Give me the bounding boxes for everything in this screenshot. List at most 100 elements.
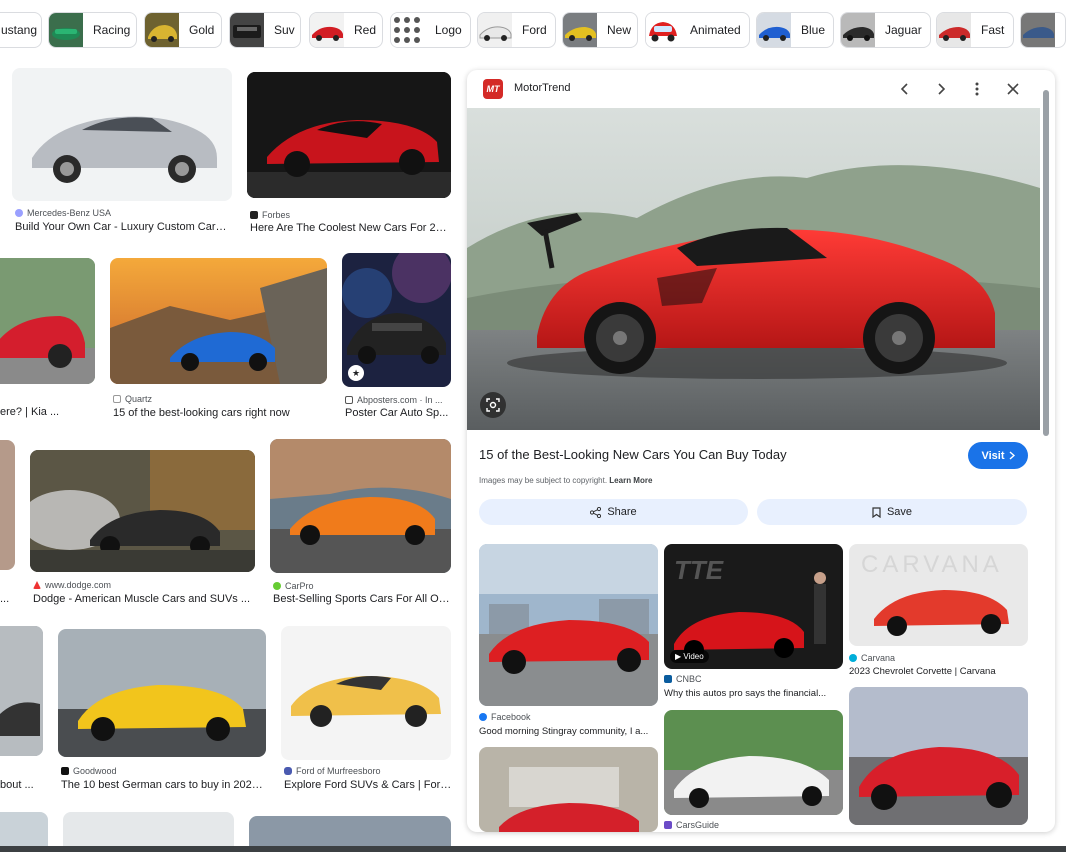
result-title[interactable]: Dodge - American Muscle Cars and SUVs ..… <box>33 593 253 605</box>
result-image[interactable] <box>12 68 232 201</box>
preview-image[interactable] <box>467 108 1040 430</box>
related-result[interactable] <box>479 747 658 832</box>
chip-thumbnail <box>1021 13 1055 47</box>
chip-label: Logo <box>435 23 462 37</box>
result-image[interactable] <box>0 440 15 570</box>
chip-logo[interactable]: Logo <box>390 12 471 48</box>
more-options-icon[interactable] <box>967 79 987 99</box>
chip-animated[interactable]: Animated <box>645 12 750 48</box>
chip-label: Fast <box>981 23 1005 37</box>
learn-more-link[interactable]: Learn More <box>609 476 652 485</box>
copyright-text: Images may be subject to copyright. <box>479 476 608 485</box>
chip-thumbnail <box>646 13 680 47</box>
chip-mustang[interactable]: ustang <box>0 12 42 48</box>
chip-thumbnail <box>478 13 512 47</box>
related-image[interactable] <box>664 710 843 815</box>
panel-scrollbar[interactable] <box>1043 90 1049 436</box>
result-image[interactable] <box>0 626 43 756</box>
source-label: CNBC <box>676 674 702 684</box>
chip-jaguar[interactable]: Jaguar <box>840 12 931 48</box>
related-image[interactable]: TTE ▶ Video <box>664 544 843 669</box>
related-result[interactable] <box>849 687 1028 827</box>
result-title[interactable]: ere? | Kia ... <box>0 406 95 418</box>
video-badge-label: Video <box>683 652 704 661</box>
tag-icon: ★ <box>348 365 364 381</box>
related-title[interactable]: 2023 Chevrolet Corvette | Carvana <box>849 666 1028 677</box>
related-title[interactable]: Why this autos pro says the financial... <box>664 688 843 699</box>
next-icon[interactable] <box>931 79 951 99</box>
source-site-name[interactable]: MotorTrend <box>514 82 570 94</box>
previous-icon[interactable] <box>895 79 915 99</box>
bookmark-icon <box>872 506 881 518</box>
motortrend-logo: MT <box>483 79 503 99</box>
chip-blue[interactable]: Blue <box>756 12 834 48</box>
result-tile[interactable]: Mercedes-Benz USA Build Your Own Car - L… <box>12 68 232 238</box>
chip-racing[interactable]: Racing <box>48 12 137 48</box>
related-image[interactable] <box>479 544 658 706</box>
visit-button[interactable]: Visit <box>968 442 1028 469</box>
lens-search-icon[interactable] <box>480 392 506 418</box>
result-image[interactable] <box>0 258 95 384</box>
result-tile[interactable]: ere? | Kia ... <box>0 258 95 424</box>
related-source: Facebook <box>479 712 531 722</box>
chip-ford[interactable]: Ford <box>477 12 556 48</box>
result-title[interactable]: Explore Ford SUVs & Cars | Ford ... <box>284 779 452 791</box>
result-title[interactable]: The 10 best German cars to buy in 2025 .… <box>61 779 266 791</box>
source-favicon <box>273 582 281 590</box>
result-image[interactable] <box>270 439 451 573</box>
result-tile[interactable]: Ford of Murfreesboro Explore Ford SUVs &… <box>281 626 452 796</box>
result-image[interactable]: ★ <box>342 253 451 387</box>
close-icon[interactable] <box>1003 79 1023 99</box>
related-title[interactable]: Good morning Stingray community, I a... <box>479 726 658 737</box>
chip-label: Red <box>354 23 377 37</box>
result-tile[interactable]: Goodwood The 10 best German cars to buy … <box>58 629 266 796</box>
result-title[interactable]: ... <box>0 593 15 605</box>
chip-gold[interactable]: Gold <box>144 12 222 48</box>
result-title[interactable]: Here Are The Coolest New Cars For 2020 <box>250 222 450 234</box>
result-tile[interactable]: Forbes Here Are The Coolest New Cars For… <box>247 72 451 238</box>
chip-label: Animated <box>690 23 741 37</box>
related-result[interactable]: Facebook Good morning Stingray community… <box>479 544 658 744</box>
share-button[interactable]: Share <box>479 499 748 525</box>
result-tile[interactable]: Quartz 15 of the best-looking cars right… <box>110 258 327 424</box>
source-favicon <box>250 211 258 219</box>
source-label: Goodwood <box>73 766 117 776</box>
result-title[interactable]: Build Your Own Car - Luxury Custom Cars … <box>15 221 230 233</box>
result-tile[interactable]: bout ... <box>0 626 43 796</box>
result-image[interactable] <box>30 450 255 572</box>
chip-suv[interactable]: Suv <box>229 12 301 48</box>
result-title[interactable]: 15 of the best-looking cars right now <box>113 407 325 419</box>
panel-header: MT MotorTrend <box>467 70 1055 108</box>
result-tile[interactable]: CarPro Best-Selling Sports Cars For All … <box>270 439 451 610</box>
related-image[interactable]: CARVANA <box>849 544 1028 646</box>
result-title[interactable]: bout ... <box>0 779 43 791</box>
chip-thumbnail <box>230 13 264 47</box>
related-result[interactable]: TTE ▶ Video CNBC Why this autos pro says… <box>664 544 843 704</box>
result-tile[interactable]: www.dodge.com Dodge - American Muscle Ca… <box>30 440 255 610</box>
related-image[interactable] <box>479 747 658 832</box>
save-button[interactable]: Save <box>757 499 1027 525</box>
chip-label: Ford <box>522 23 547 37</box>
result-tile[interactable]: ★ Abposters.com · In ... Poster Car Auto… <box>342 253 451 424</box>
chip-next-partial[interactable] <box>1020 12 1066 48</box>
result-title[interactable]: Best-Selling Sports Cars For All Of ... <box>273 593 451 605</box>
preview-title[interactable]: 15 of the Best-Looking New Cars You Can … <box>479 447 787 462</box>
source-label: Mercedes-Benz USA <box>27 208 112 218</box>
related-source: CNBC <box>664 674 702 684</box>
result-image[interactable] <box>110 258 327 384</box>
chip-new[interactable]: New <box>562 12 638 48</box>
chip-fast[interactable]: Fast <box>936 12 1014 48</box>
related-result[interactable]: CARVANA Carvana 2023 Chevrolet Corvette … <box>849 544 1028 684</box>
chip-red[interactable]: Red <box>309 12 383 48</box>
source-favicon <box>345 396 353 404</box>
related-image[interactable] <box>849 687 1028 825</box>
result-image[interactable] <box>58 629 266 757</box>
result-title[interactable]: Poster Car Auto Sp... <box>345 407 449 419</box>
result-image[interactable] <box>281 626 451 760</box>
result-image[interactable] <box>247 72 451 198</box>
related-result[interactable]: CarsGuide <box>664 710 843 832</box>
result-tile[interactable]: ... <box>0 440 15 610</box>
chip-thumbnail <box>391 13 425 47</box>
chip-label: Jaguar <box>885 23 922 37</box>
svg-text:TTE: TTE <box>674 555 724 585</box>
